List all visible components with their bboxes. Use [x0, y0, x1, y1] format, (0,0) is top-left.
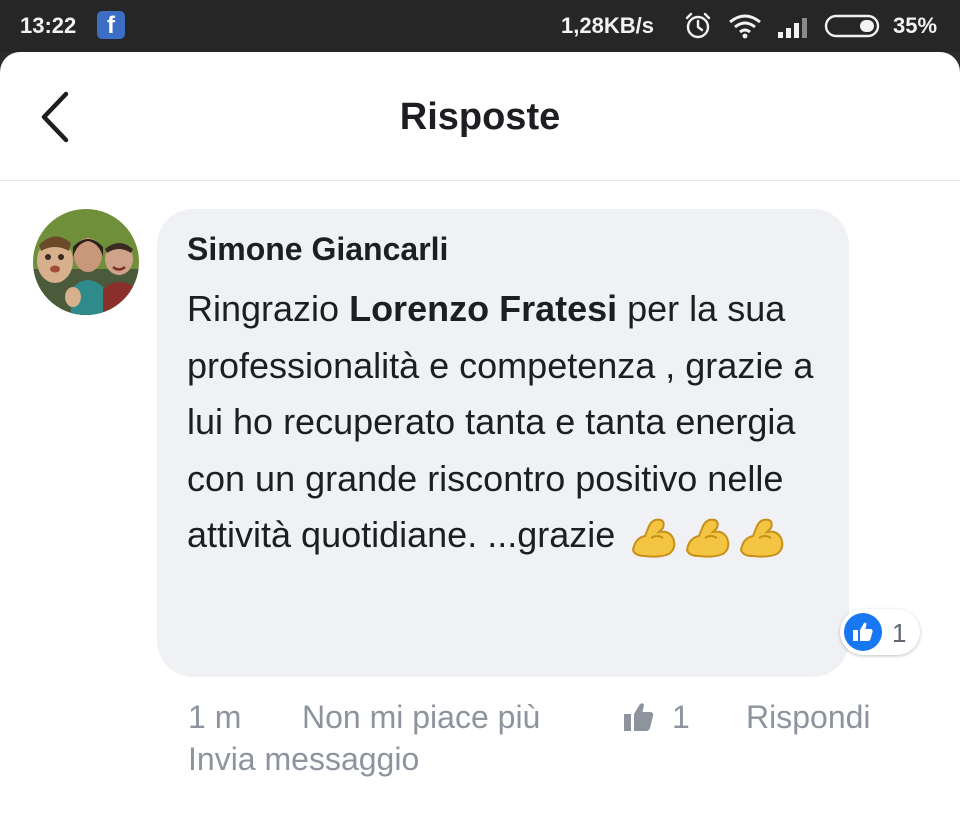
avatar[interactable]	[33, 209, 139, 315]
mention-link[interactable]: Lorenzo Fratesi	[349, 288, 617, 329]
thumbs-up-icon	[624, 703, 654, 731]
cellular-signal-icon	[778, 18, 807, 38]
comment-author[interactable]: Simone Giancarli	[187, 231, 448, 268]
page-title: Risposte	[399, 96, 561, 138]
flexed-biceps-emoji-icon	[686, 519, 730, 559]
status-bar: 13:22 f 1,28KB/s 35%	[0, 0, 960, 52]
network-speed: 1,28KB/s	[561, 13, 654, 38]
wifi-icon	[729, 14, 761, 39]
replies-screen: Risposte Simone Giancarli Ringrazio Lore…	[0, 52, 960, 825]
reaction-count: 1	[892, 618, 907, 648]
like-reaction-icon	[844, 613, 882, 651]
reply-button[interactable]: Rispondi	[746, 699, 871, 736]
thumbs-up-icon	[853, 622, 873, 641]
header: Risposte	[0, 52, 960, 181]
facebook-notification-icon: f	[97, 11, 125, 39]
unlike-button[interactable]: Non mi piace più	[302, 699, 540, 736]
battery-percent: 35%	[893, 13, 938, 38]
comment-text: Ringrazio Lorenzo Fratesi per la sua pro…	[187, 281, 837, 564]
battery-icon	[824, 14, 880, 38]
emoji-row	[625, 512, 787, 562]
comment-timestamp: 1 m	[188, 699, 242, 735]
send-message-button[interactable]: Invia messaggio	[188, 741, 419, 778]
comment-bubble[interactable]: Simone Giancarli Ringrazio Lorenzo Frate…	[157, 209, 849, 677]
comment-actions: 1 m Non mi piace più 1 Rispondi	[188, 699, 948, 739]
comment-text-start: Ringrazio	[187, 288, 350, 329]
reaction-summary[interactable]: 1	[840, 609, 920, 655]
flexed-biceps-emoji-icon	[632, 519, 676, 559]
status-time: 13:22	[20, 13, 77, 38]
flexed-biceps-emoji-icon	[740, 519, 784, 559]
alarm-clock-icon	[685, 12, 711, 39]
like-count[interactable]: 1	[672, 699, 690, 736]
